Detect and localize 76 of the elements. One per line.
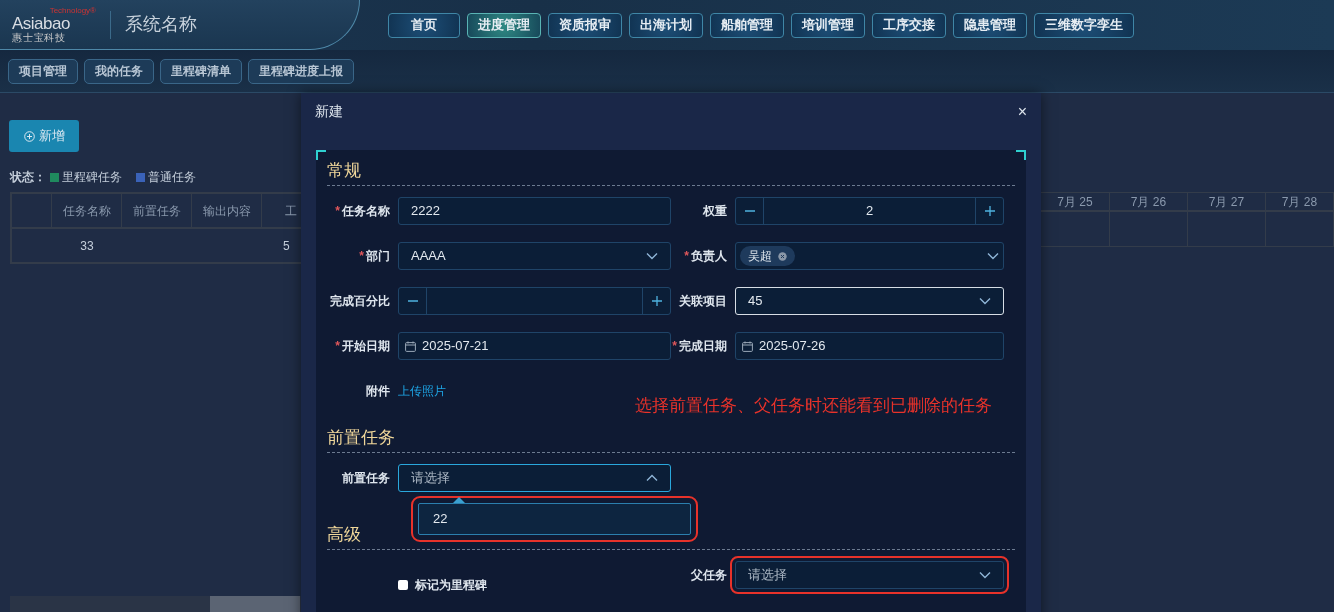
checkbox[interactable] xyxy=(398,580,408,590)
number-input[interactable]: 2 xyxy=(763,198,976,224)
nav-tab[interactable]: 资质报审 xyxy=(548,12,622,38)
number-stepper[interactable]: 2 xyxy=(735,197,1004,225)
column-header: 输出内容 xyxy=(202,202,251,220)
plus-icon xyxy=(650,295,663,307)
field-label: * 完成日期 xyxy=(671,338,727,355)
pointer-icon xyxy=(453,497,465,503)
field-label: * 开始日期 xyxy=(334,338,390,355)
calendar-icon xyxy=(405,340,416,352)
person-tag[interactable]: 吴超 xyxy=(740,246,795,266)
field-label: 父任务 xyxy=(690,567,727,584)
select-field[interactable]: 45 xyxy=(735,287,1004,315)
chevron-down-icon xyxy=(979,571,991,579)
nav-tab[interactable]: 出海计划 xyxy=(629,12,703,38)
nav-tab[interactable]: 三维数字孪生 xyxy=(1034,12,1134,38)
field-label: 附件 xyxy=(365,383,390,400)
field-label: * 部门 xyxy=(358,248,390,265)
field-label: 前置任务 xyxy=(341,470,390,487)
date-field[interactable]: 2025-07-26 xyxy=(735,332,1004,360)
subnav-tab[interactable]: 项目管理 xyxy=(8,58,78,84)
section-title: 高级 xyxy=(327,522,1015,550)
system-name: 系统名称 xyxy=(125,13,197,36)
subnav-tab[interactable]: 里程碑清单 xyxy=(160,58,242,84)
plus-icon xyxy=(983,205,996,217)
annotation-note: 选择前置任务、父任务时还能看到已删除的任务 xyxy=(635,395,992,417)
number-input[interactable] xyxy=(426,288,643,314)
column-header: 前置任务 xyxy=(132,202,181,220)
company-logo: Technology® Asiabao 惠 士 宝 科 技 xyxy=(12,6,96,43)
nav-tab[interactable]: 隐患管理 xyxy=(953,12,1027,38)
nav-tab[interactable]: 首页 xyxy=(388,12,460,38)
legend-label: 状态： xyxy=(10,169,46,186)
chevron-up-icon xyxy=(646,474,658,482)
field-label: * 任务名称 xyxy=(334,203,390,220)
subnav-tab[interactable]: 里程碑进度上报 xyxy=(248,58,354,84)
field-label: * 负责人 xyxy=(683,248,727,265)
chevron-down-icon xyxy=(987,252,999,260)
date-field[interactable]: 2025-07-21 xyxy=(398,332,671,360)
date-header: 7月 25 xyxy=(1057,193,1093,211)
date-header: 7月 28 xyxy=(1281,193,1318,211)
text-field[interactable]: 2222 xyxy=(398,197,671,225)
table-cell-text: 33 xyxy=(80,237,94,255)
field-label: 关联项目 xyxy=(678,293,727,310)
add-button[interactable]: 新增 xyxy=(9,120,79,152)
dropdown-option[interactable]: 22 xyxy=(419,504,690,534)
nav-tab[interactable]: 船舶管理 xyxy=(710,12,784,38)
legend-text: 里程碑任务 xyxy=(62,169,122,186)
remove-icon xyxy=(778,251,787,261)
corner-bracket-icon xyxy=(1016,150,1026,160)
table-cell: 5 xyxy=(283,238,290,253)
column-header: 任务名称 xyxy=(62,202,111,220)
dialog-title: 新建 xyxy=(315,102,343,121)
chevron-down-icon xyxy=(979,297,991,305)
milestone-checkbox[interactable]: 标记为里程碑 xyxy=(398,571,487,599)
field-label: 权重 xyxy=(702,203,727,220)
nav-tab[interactable]: 培训管理 xyxy=(791,12,865,38)
select-field[interactable]: 请选择 xyxy=(398,464,671,492)
date-header: 7月 27 xyxy=(1208,193,1245,211)
section-title: 前置任务 xyxy=(327,425,1015,453)
upload-link[interactable]: 上传照片 xyxy=(398,382,446,400)
legend-text: 普通任务 xyxy=(148,169,196,186)
close-button[interactable]: × xyxy=(1017,103,1027,120)
nav-tab[interactable]: 进度管理 xyxy=(467,12,541,38)
calendar-icon xyxy=(742,340,753,352)
section-title: 常规 xyxy=(327,158,1015,186)
plus-circle-icon xyxy=(23,130,35,142)
subnav-tab[interactable]: 我的任务 xyxy=(84,58,154,84)
scrollbar[interactable] xyxy=(10,596,301,612)
select-field[interactable]: AAAA xyxy=(398,242,671,270)
corner-bracket-icon xyxy=(316,150,326,160)
date-header: 7月 26 xyxy=(1130,193,1167,211)
column-header: 工 xyxy=(285,202,297,220)
tag-select-field[interactable]: 吴超 xyxy=(735,242,1004,270)
field-label: 完成百分比 xyxy=(329,293,390,310)
chevron-down-icon xyxy=(646,252,658,260)
nav-tab[interactable]: 工序交接 xyxy=(872,12,946,38)
